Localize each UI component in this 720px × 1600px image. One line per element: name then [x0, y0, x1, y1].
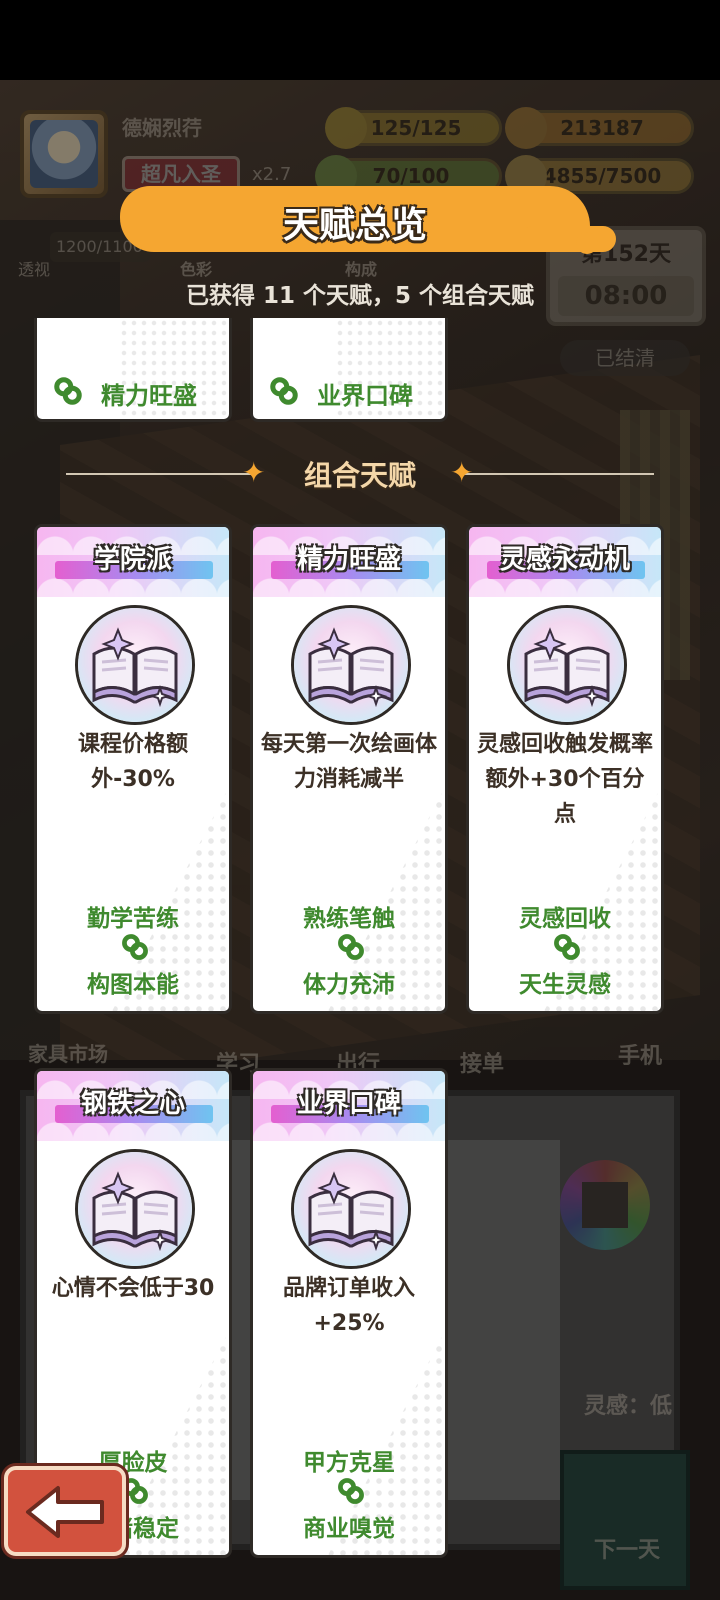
talent-description: 灵感回收触发概率额外+30个百分点	[477, 732, 654, 827]
chain-link-icon	[554, 934, 580, 960]
combo-talent-card[interactable]: 精力旺盛 每天第一次绘画体力消耗减半 熟练笔触 体力充沛	[250, 524, 448, 1014]
required-talent: 勤学苦练	[87, 906, 179, 932]
chain-link-icon	[270, 377, 298, 405]
page-title: 天赋总览	[282, 205, 427, 246]
required-talent: 商业嗅觉	[303, 1516, 395, 1542]
book-emblem-icon	[291, 605, 411, 725]
talent-description: 每天第一次绘画体力消耗减半	[261, 732, 438, 792]
combo-talent-card[interactable]: 灵感永动机 灵感回收触发概率额外+30个百分点 灵感回收 天生灵感	[466, 524, 664, 1014]
required-talent: 天生灵感	[519, 972, 611, 998]
required-talent: 灵感回收	[519, 906, 611, 932]
required-talent: 构图本能	[87, 972, 179, 998]
book-emblem-icon	[291, 1149, 411, 1269]
talent-description: 课程价格额外-30%	[77, 732, 188, 792]
book-emblem-icon	[75, 1149, 195, 1269]
talent-description: 心情不会低于30	[51, 1276, 215, 1301]
talent-list[interactable]: 精力旺盛 业界口碑 ✦ ✦ 组合天赋 学院派 课程价格额外-30% 勤学苦练 构…	[0, 318, 720, 1600]
required-talent: 甲方克星	[303, 1450, 395, 1476]
talent-card-partial[interactable]: 业界口碑	[250, 318, 448, 422]
talent-name: 灵感永动机	[499, 545, 630, 575]
chain-link-icon	[338, 934, 364, 960]
talent-name: 业界口碑	[296, 1089, 401, 1119]
arrow-left-icon	[26, 1486, 104, 1538]
title-banner: 天赋总览	[120, 186, 616, 262]
talent-card-partial[interactable]: 精力旺盛	[34, 318, 232, 422]
book-emblem-icon	[507, 605, 627, 725]
talent-label: 业界口碑	[317, 382, 413, 410]
required-talent: 体力充沛	[303, 972, 395, 998]
combo-talent-card[interactable]: 学院派 课程价格额外-30% 勤学苦练 构图本能	[34, 524, 232, 1014]
chain-link-icon	[122, 934, 148, 960]
section-divider: ✦ ✦ 组合天赋	[66, 454, 654, 494]
talent-label: 精力旺盛	[101, 382, 197, 410]
book-emblem-icon	[75, 605, 195, 725]
talent-summary: 已获得 11 个天赋，5 个组合天赋	[185, 283, 535, 309]
section-title: 组合天赋	[303, 459, 416, 492]
chain-link-icon	[338, 1478, 364, 1504]
talent-name: 学院派	[93, 545, 172, 575]
back-button[interactable]	[4, 1466, 126, 1556]
chain-link-icon	[54, 377, 82, 405]
talent-description: 品牌订单收入+25%	[282, 1276, 415, 1336]
combo-talent-card[interactable]: 业界口碑 品牌订单收入+25% 甲方克星 商业嗅觉	[250, 1068, 448, 1558]
talent-name: 钢铁之心	[80, 1089, 185, 1119]
talent-name: 精力旺盛	[296, 545, 401, 575]
required-talent: 熟练笔触	[303, 906, 395, 932]
